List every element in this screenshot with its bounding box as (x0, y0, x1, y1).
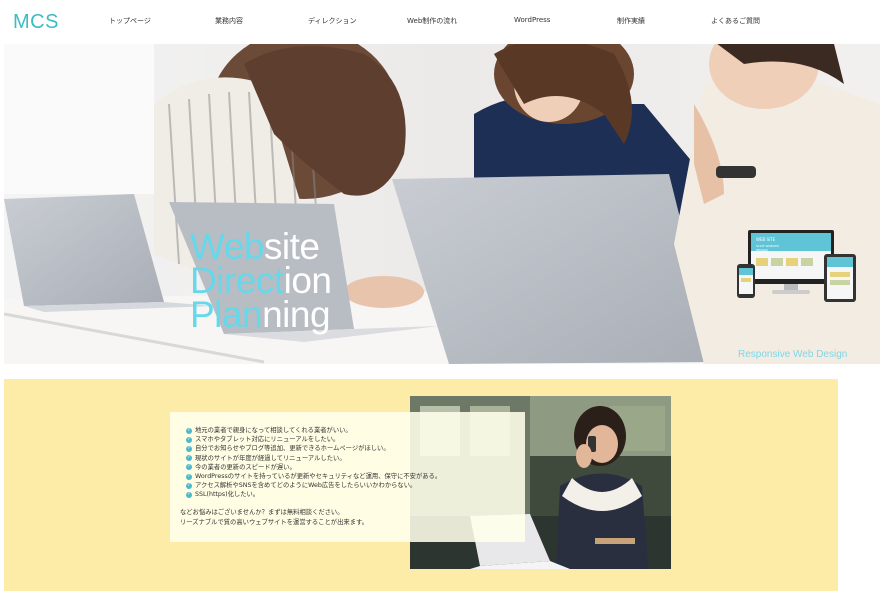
nav-item-services[interactable]: 業務内容 (215, 16, 243, 26)
closing-line-2: リーズナブルで質の高いウェブサイトを運営することが出来ます。 (180, 518, 368, 526)
hero-line-planning: Planning (190, 294, 331, 335)
check-icon: ✓ (186, 445, 192, 452)
list-item: ✓ 地元の業者で親身になって相談してくれる業者がいい。 (186, 427, 352, 434)
site-header: MCS トップページ 業務内容 ディレクション Web制作の流れ WordPre… (0, 0, 880, 44)
nav-item-direction[interactable]: ディレクション (308, 16, 357, 26)
list-item: ✓ アクセス解析やSNSを含めてどのようにWeb広告をしたらいいかわからない。 (186, 482, 417, 490)
list-item: ✓ 今の業者の更新のスピードが遅い。 (186, 463, 296, 471)
nav-item-works[interactable]: 制作実績 (617, 16, 645, 26)
device-title: WEB SITE (756, 237, 776, 242)
hero-photo: WEB SITE SLICE WINDOW DESIGN (4, 44, 880, 364)
check-icon: ✓ (186, 455, 192, 462)
concerns-list: ✓ 地元の業者で親身になって相談してくれる業者がいい。 ✓ スマホやタブレット対応に… (186, 426, 441, 500)
device-line2: DESIGN (756, 248, 768, 252)
check-icon: ✓ (186, 482, 192, 489)
check-icon: ✓ (186, 473, 192, 480)
check-icon: ✓ (186, 491, 192, 498)
nav-item-faq[interactable]: よくあるご質問 (711, 16, 760, 26)
list-item: ✓ スマホやタブレット対応にリニューアルをしたい。 (186, 436, 340, 444)
list-item: ✓ 現状のサイトが年度が経過してリニューアルしたい。 (186, 454, 346, 462)
nav-item-top[interactable]: トップページ (109, 16, 151, 26)
hero-headline: Website Direction Planning (190, 226, 332, 335)
concerns-card: ✓ 地元の業者で親身になって相談してくれる業者がいい。 ✓ スマホやタブレット対応に… (170, 412, 525, 542)
closing-text: などお悩みはございませんか？まずは無料相談ください。 リーズナブルで質の高いウェ… (180, 508, 368, 527)
list-item: ✓ SSL(https)化したい。 (186, 491, 260, 499)
nav-item-wordpress[interactable]: WordPress (514, 16, 550, 24)
closing-line-1: などお悩みはございませんか？まずは無料相談ください。 (180, 509, 344, 516)
check-icon: ✓ (186, 427, 192, 434)
hero-line-website: Website (190, 226, 320, 267)
list-item: ✓ WordPressのサイトを持っているが更新やセキュリティなど運用、保守に不安… (186, 472, 442, 480)
hero-line-direction: Direction (190, 260, 332, 301)
check-icon: ✓ (186, 464, 192, 471)
check-icon: ✓ (186, 436, 192, 443)
concerns-section: ✓ 地元の業者で親身になって相談してくれる業者がいい。 ✓ スマホやタブレット対応に… (4, 379, 838, 591)
list-item: ✓ 自分でお知らせやブログ等追加、更新できるホームページがほしい。 (186, 445, 390, 453)
nav-item-web-flow[interactable]: Web制作の流れ (407, 16, 457, 26)
main-nav: トップページ 業務内容 ディレクション Web制作の流れ WordPress 制… (0, 16, 880, 30)
responsive-web-design-caption: Responsive Web Design (738, 349, 848, 360)
hero-banner: WEB SITE SLICE WINDOW DESIGN Website Dir… (4, 44, 880, 364)
